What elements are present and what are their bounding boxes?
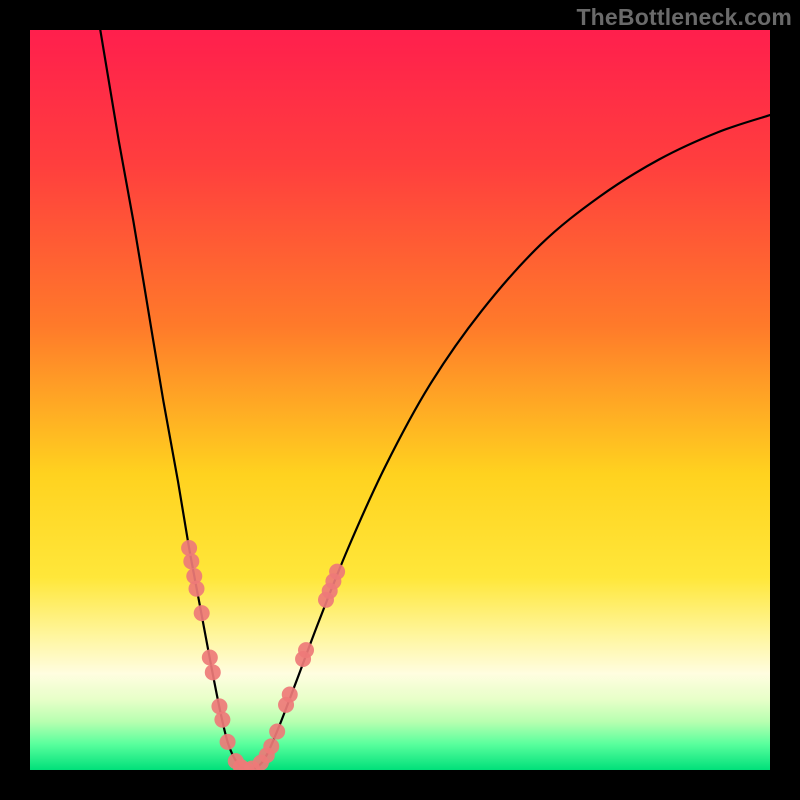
data-marker <box>329 564 345 580</box>
data-marker <box>189 581 205 597</box>
data-marker <box>211 698 227 714</box>
data-marker <box>269 724 285 740</box>
data-marker <box>282 687 298 703</box>
data-marker <box>214 712 230 728</box>
chart-svg <box>30 30 770 770</box>
chart-frame: TheBottleneck.com <box>0 0 800 800</box>
data-marker <box>194 605 210 621</box>
data-marker <box>205 664 221 680</box>
gradient-background <box>30 30 770 770</box>
watermark-text: TheBottleneck.com <box>576 4 792 31</box>
data-marker <box>298 642 314 658</box>
data-marker <box>183 553 199 569</box>
data-marker <box>263 738 279 754</box>
data-marker <box>220 734 236 750</box>
data-marker <box>181 540 197 556</box>
plot-area <box>30 30 770 770</box>
data-marker <box>202 650 218 666</box>
